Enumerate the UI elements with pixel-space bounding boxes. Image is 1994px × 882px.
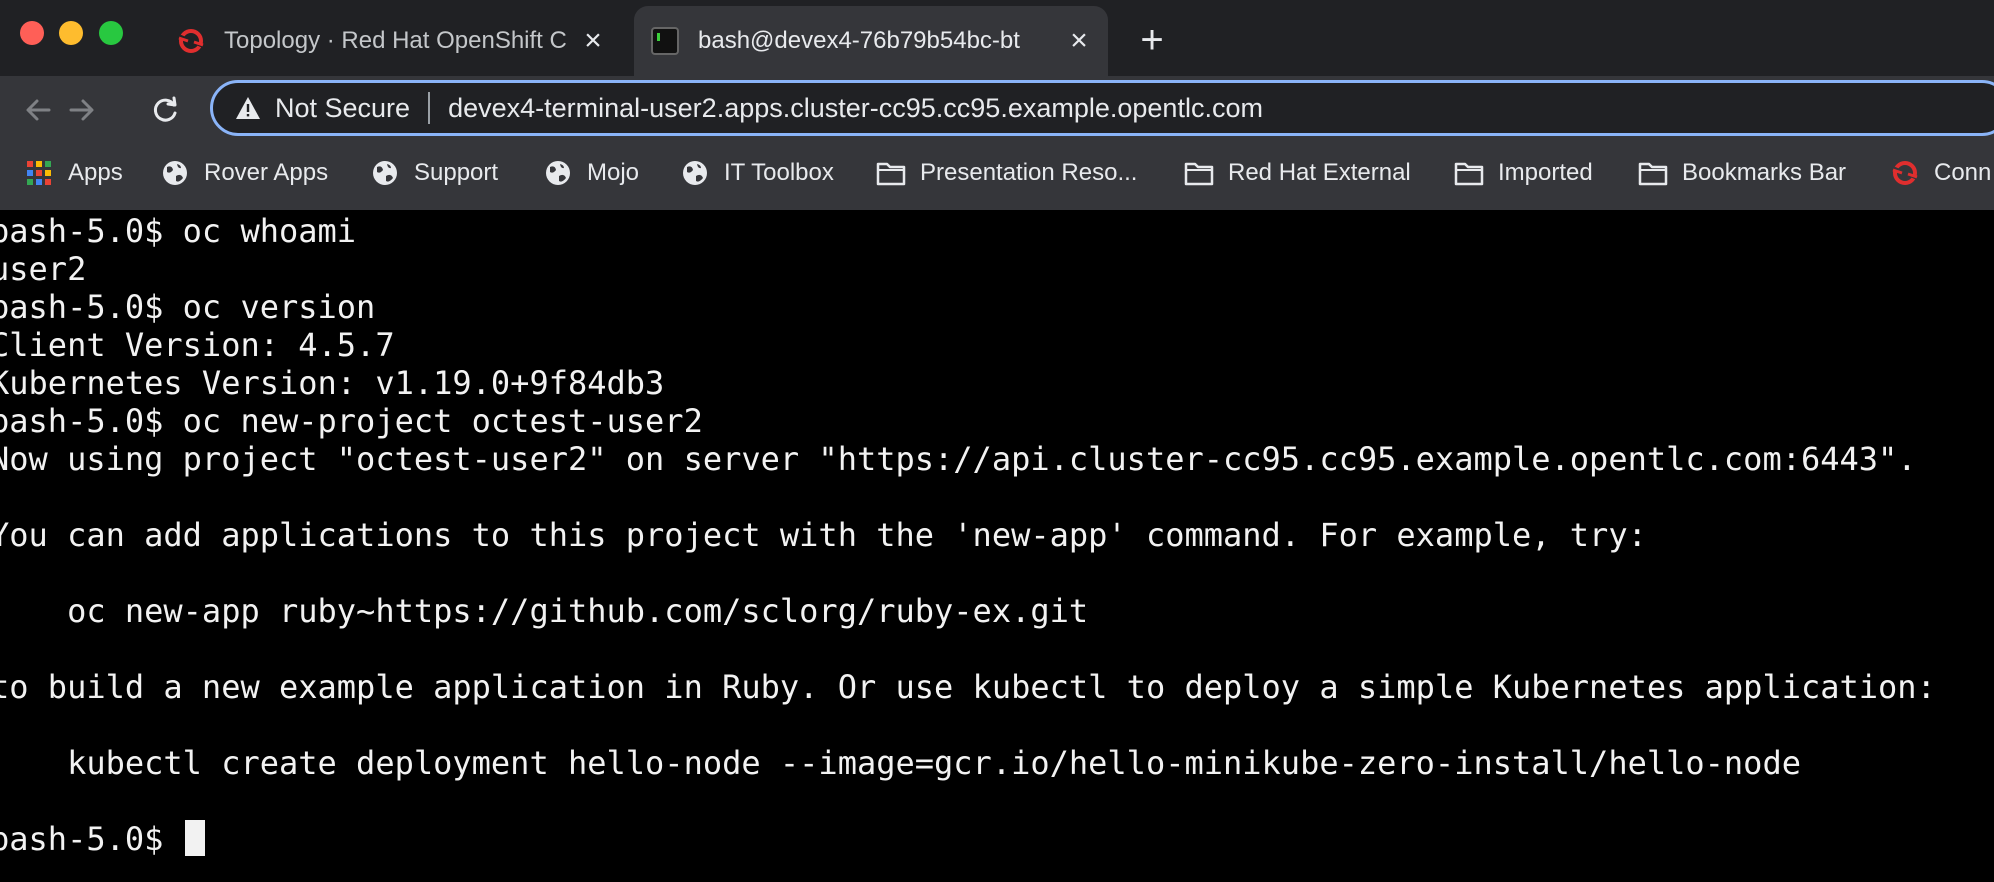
terminal-line: You can add applications to this project…: [0, 516, 1647, 554]
tab-terminal[interactable]: bash@devex4-76b79b54bc-bt ×: [634, 6, 1108, 76]
openshift-icon: [174, 24, 208, 58]
forward-button[interactable]: [62, 90, 102, 130]
terminal-prompt: bash-5.0$: [0, 820, 183, 858]
folder-icon: [1184, 158, 1214, 188]
terminal-line: bash-5.0$ oc version: [0, 288, 376, 326]
bookmark-label: Support: [414, 159, 499, 186]
address-bar[interactable]: Not Secure devex4-terminal-user2.apps.cl…: [210, 80, 1994, 136]
terminal-icon: [648, 24, 682, 58]
terminal-cursor: [184, 820, 205, 856]
folder-icon: [1638, 158, 1668, 188]
close-tab-icon[interactable]: ×: [576, 24, 610, 58]
bookmark-label: Apps: [68, 159, 123, 186]
tab-strip: Topology · Red Hat OpenShift C × bash@de…: [0, 0, 1994, 76]
bookmark-label: Imported: [1498, 159, 1593, 186]
terminal-line: kubectl create deployment hello-node --i…: [0, 744, 1801, 782]
toolbar: Not Secure devex4-terminal-user2.apps.cl…: [0, 76, 1994, 142]
reload-button[interactable]: [145, 90, 185, 130]
close-window-button[interactable]: [20, 21, 44, 45]
bookmarks-bar: Apps Rover Apps Support Mojo IT Toolbox: [0, 142, 1994, 211]
bookmark-label: Mojo: [587, 159, 640, 186]
tab-topology[interactable]: Topology · Red Hat OpenShift C ×: [160, 6, 622, 76]
bookmark-it-toolbox[interactable]: IT Toolbox: [680, 142, 834, 204]
bookmark-label: Bookmarks Bar: [1682, 159, 1847, 186]
bookmark-apps[interactable]: Apps: [24, 142, 123, 204]
terminal-line: bash-5.0$ oc whoami: [0, 212, 357, 250]
bookmark-folder-presentation[interactable]: Presentation Reso...: [876, 142, 1137, 204]
tab-title: Topology · Red Hat OpenShift C: [224, 27, 567, 54]
url-text[interactable]: devex4-terminal-user2.apps.cluster-cc95.…: [448, 93, 1263, 124]
terminal-line: Now using project "octest-user2" on serv…: [0, 440, 1917, 478]
terminal-line: to build a new example application in Ru…: [0, 668, 1936, 706]
globe-icon: [160, 158, 190, 188]
terminal-line: oc new-app ruby~https://github.com/sclor…: [0, 592, 1089, 630]
bookmark-label: Rover Apps: [204, 159, 329, 186]
folder-icon: [876, 158, 906, 188]
bookmark-label: Presentation Reso...: [920, 159, 1138, 186]
browser-chrome: Topology · Red Hat OpenShift C × bash@de…: [0, 0, 1994, 211]
arrow-left-icon: [26, 99, 51, 121]
maximize-window-button[interactable]: [99, 21, 123, 45]
arrow-right-icon: [69, 99, 94, 121]
bookmark-rover-apps[interactable]: Rover Apps: [160, 142, 328, 204]
globe-icon: [680, 158, 710, 188]
new-tab-button[interactable]: +: [1132, 20, 1172, 60]
minimize-window-button[interactable]: [59, 21, 83, 45]
security-status-label[interactable]: Not Secure: [275, 93, 410, 124]
terminal-line: user2: [0, 250, 87, 288]
warning-icon[interactable]: [233, 93, 263, 123]
tab-title: bash@devex4-76b79b54bc-bt: [698, 27, 1020, 54]
apps-grid-icon: [24, 158, 54, 188]
terminal-output[interactable]: bash-5.0$ oc whoami user2 bash-5.0$ oc v…: [0, 210, 1994, 882]
terminal-prompt-line[interactable]: bash-5.0$: [0, 820, 205, 858]
folder-icon: [1454, 158, 1484, 188]
bookmark-support[interactable]: Support: [370, 142, 498, 204]
bookmark-label: Red Hat External: [1228, 159, 1411, 186]
bookmark-folder-red-hat-external[interactable]: Red Hat External: [1184, 142, 1411, 204]
bookmark-folder-bookmarks-bar[interactable]: Bookmarks Bar: [1638, 142, 1846, 204]
close-tab-icon[interactable]: ×: [1062, 24, 1096, 58]
terminal-line: bash-5.0$ oc new-project octest-user2: [0, 402, 703, 440]
omnibox-divider: [428, 92, 431, 124]
globe-icon: [543, 158, 573, 188]
bookmark-label: Conn: [1934, 159, 1992, 186]
bookmark-mojo[interactable]: Mojo: [543, 142, 639, 204]
bookmark-conn[interactable]: Conn: [1890, 142, 1991, 204]
globe-icon: [370, 158, 400, 188]
terminal-line: Kubernetes Version: v1.19.0+9f84db3: [0, 364, 665, 402]
bookmark-folder-imported[interactable]: Imported: [1454, 142, 1593, 204]
reload-icon: [153, 96, 177, 122]
openshift-icon: [1890, 158, 1920, 188]
back-button[interactable]: [18, 90, 58, 130]
terminal-line: Client Version: 4.5.7: [0, 326, 395, 364]
bookmark-label: IT Toolbox: [724, 159, 834, 186]
